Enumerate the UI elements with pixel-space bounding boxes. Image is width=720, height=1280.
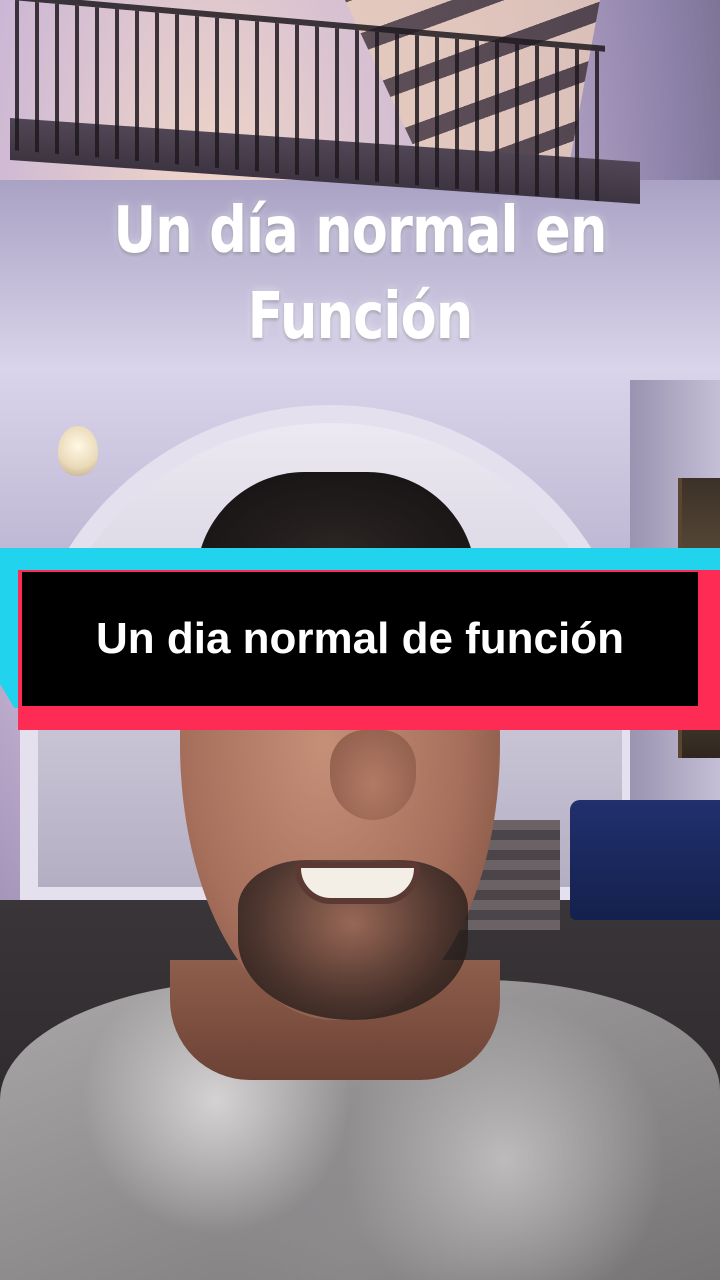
caption-box: Un dia normal de función [22,572,698,706]
sofa [570,800,720,920]
person-nose [330,730,416,820]
caption-text: Un dia normal de función [95,614,625,663]
person-smile [295,862,420,904]
caption-banner: Un dia normal de función [0,548,720,730]
title-line-1: Un día normal en [113,194,608,268]
title-line-2: Función [247,280,474,354]
lantern [58,426,98,476]
title-overlay: Un día normal en Función [98,188,623,360]
